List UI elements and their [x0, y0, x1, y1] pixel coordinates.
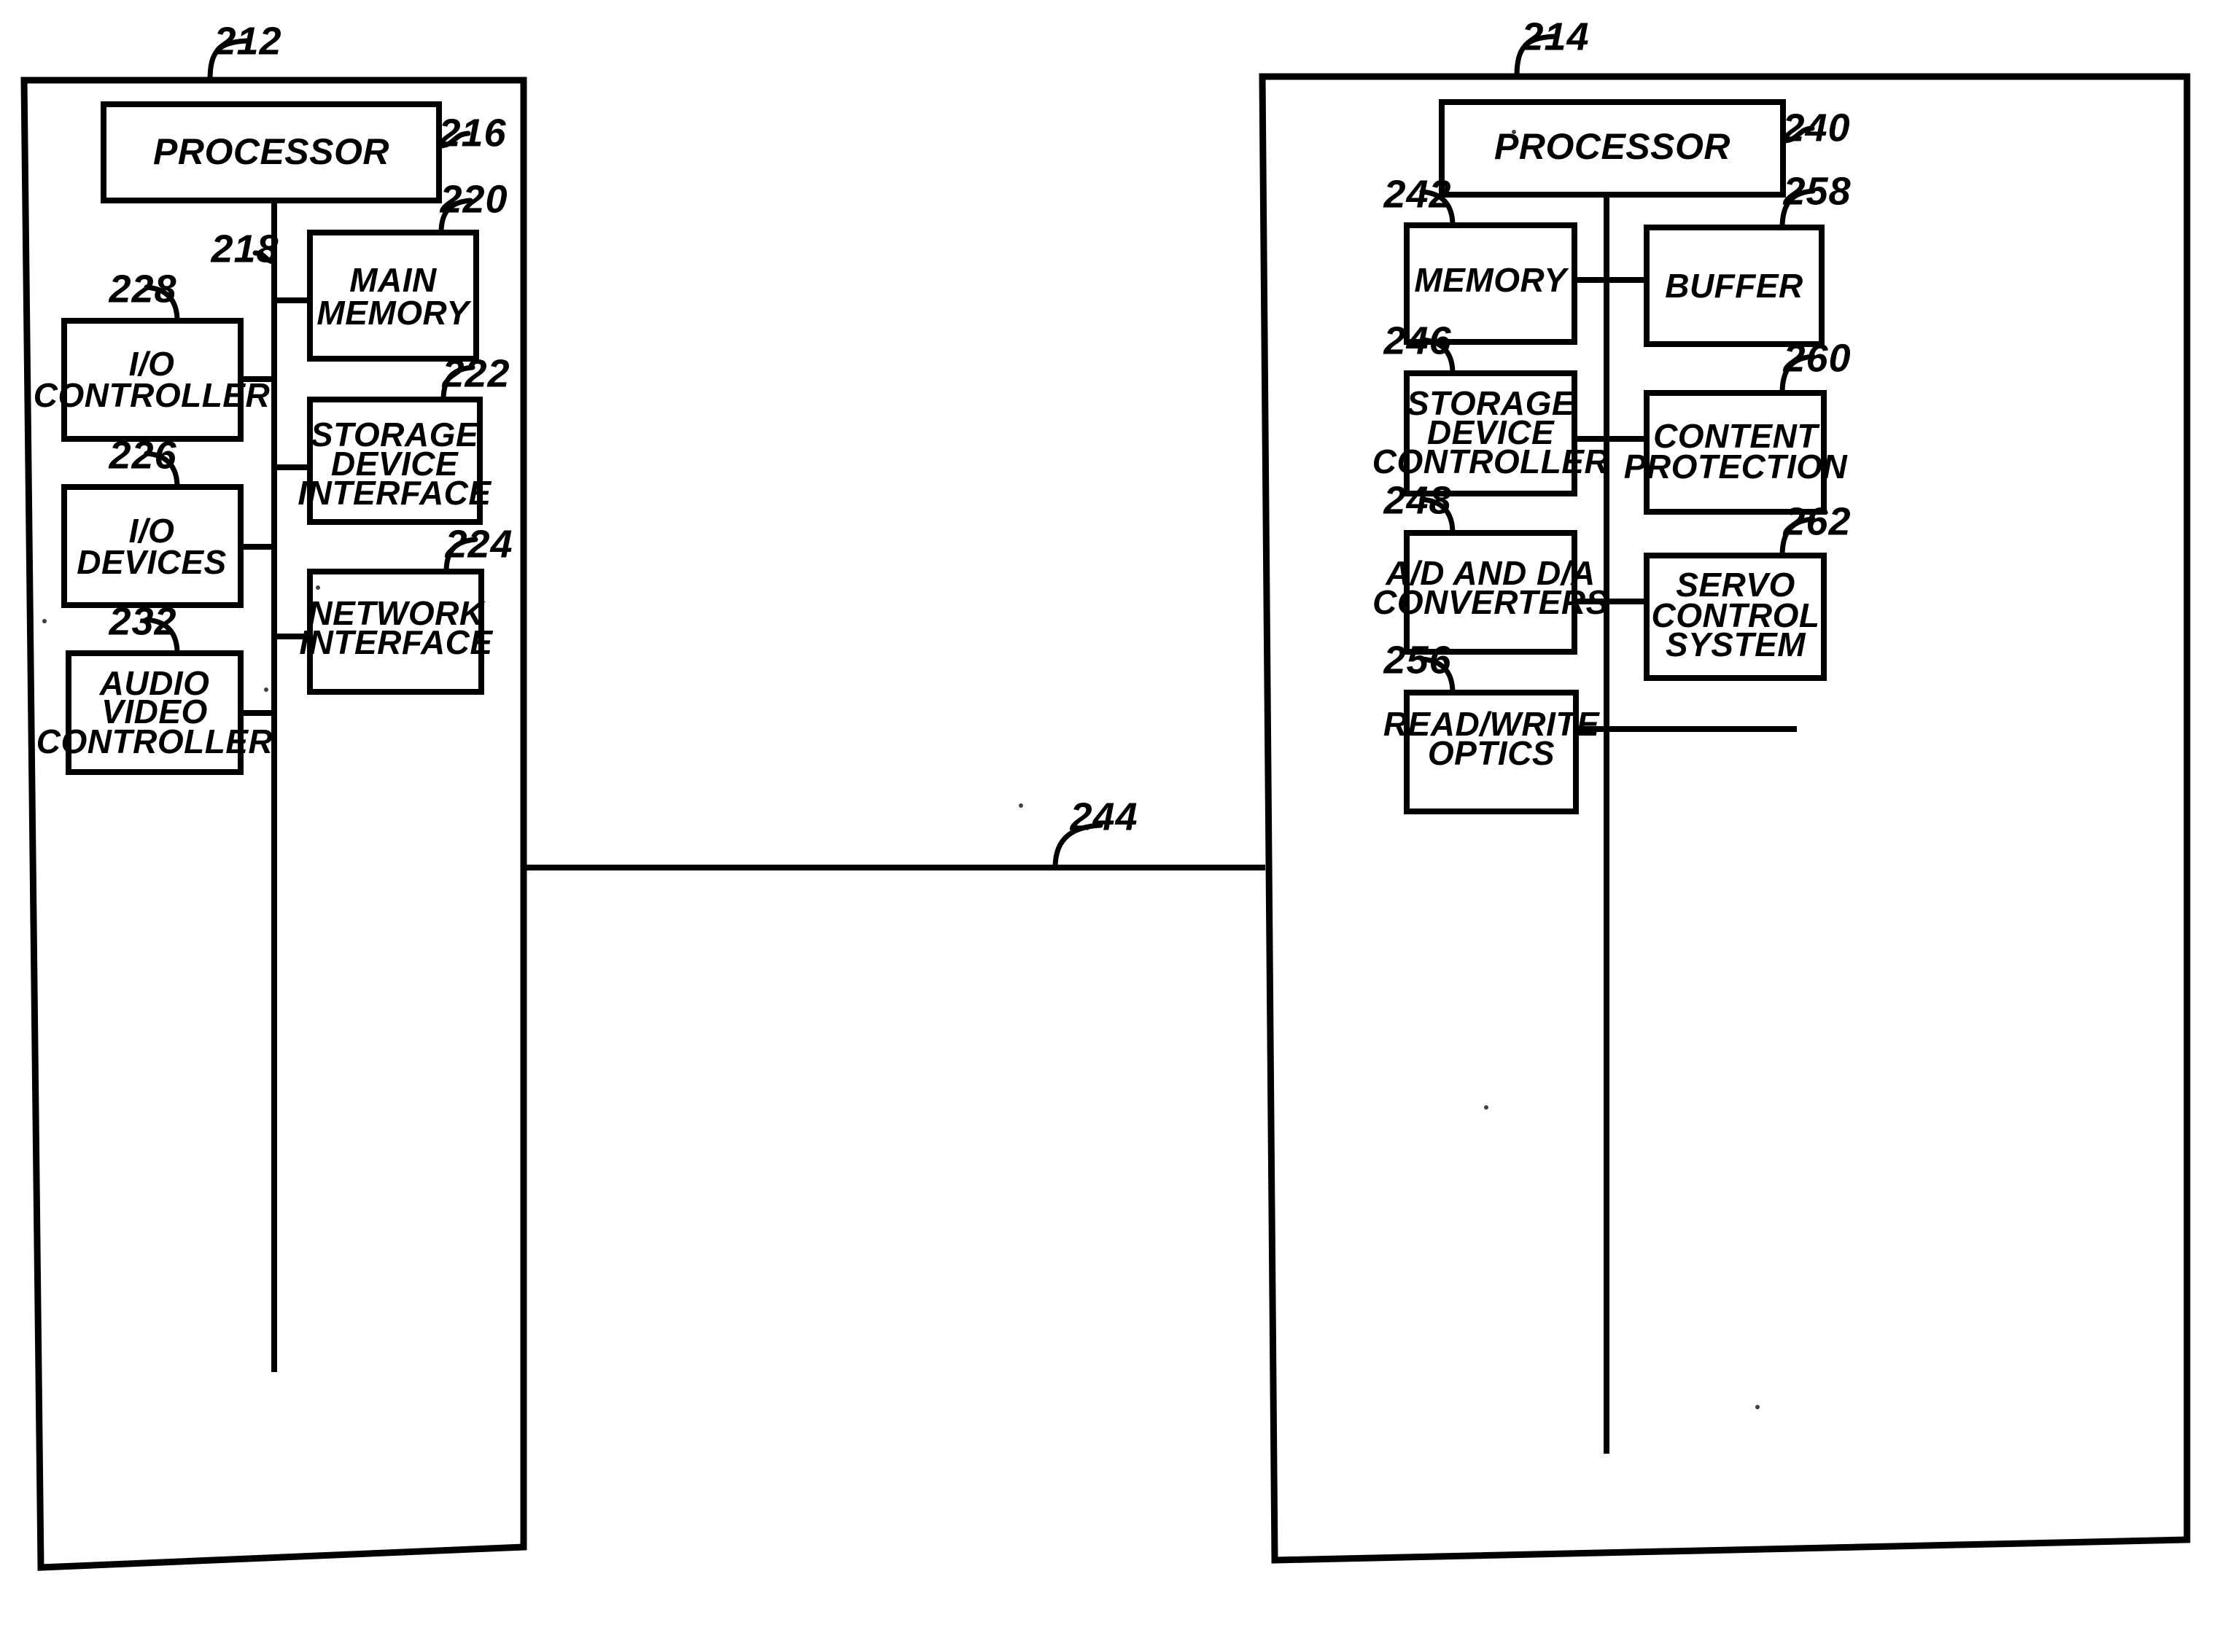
- scan-speck: [264, 687, 268, 692]
- block-io-devices-label-2: DEVICES: [77, 543, 226, 581]
- block-read-write-optics-label-2: OPTICS: [1428, 734, 1555, 772]
- ref-212: 212: [213, 19, 281, 63]
- ref-246: 246: [1383, 319, 1451, 362]
- ref-242: 242: [1383, 172, 1451, 216]
- ref-248: 248: [1383, 478, 1451, 522]
- block-storage-device-controller-label-3: CONTROLLER: [1372, 443, 1609, 480]
- ref-262: 262: [1782, 499, 1851, 543]
- block-audio-video-controller-label-3: CONTROLLER: [36, 722, 273, 760]
- scan-speck: [1019, 803, 1023, 808]
- block-memory-label: MEMORY: [1414, 261, 1569, 299]
- block-main-memory-label-2: MEMORY: [316, 294, 472, 332]
- block-io-controller-label-2: CONTROLLER: [34, 376, 270, 414]
- ref-260: 260: [1782, 336, 1851, 380]
- block-processor-label: PROCESSOR: [153, 131, 389, 172]
- ref-244: 244: [1069, 795, 1138, 838]
- block-buffer-label: BUFFER: [1665, 267, 1803, 305]
- ref-232: 232: [108, 599, 176, 643]
- ref-220: 220: [439, 177, 508, 221]
- ref-228: 228: [108, 267, 176, 311]
- scan-speck: [1755, 1405, 1760, 1409]
- ref-256: 256: [1383, 638, 1451, 682]
- ref-240: 240: [1782, 106, 1850, 149]
- block-processor-2-label: PROCESSOR: [1494, 126, 1730, 167]
- bus-218: [238, 195, 313, 1372]
- patent-figure: 212 218 PROCESSOR 216 MAIN MEMORY 220 ST…: [20, 15, 2191, 1571]
- block-network-interface-label-2: INTERFACE: [299, 623, 493, 661]
- block-servo-control-system-label-3: SYSTEM: [1666, 626, 1806, 663]
- block-ad-da-converters-label-2: CONVERTERS: [1372, 583, 1609, 621]
- ref-216: 216: [438, 111, 506, 155]
- block-storage-device-interface-label-3: INTERFACE: [298, 474, 492, 512]
- ref-214: 214: [1520, 15, 1589, 58]
- scan-speck: [316, 585, 320, 590]
- scan-speck: [1512, 130, 1516, 134]
- ref-226: 226: [108, 433, 176, 477]
- block-content-protection-label-2: PROTECTION: [1624, 448, 1848, 486]
- scan-speck: [42, 619, 47, 623]
- ref-224: 224: [444, 522, 513, 566]
- ref-218: 218: [210, 227, 279, 270]
- scan-speck: [1484, 1105, 1488, 1110]
- ref-222: 222: [441, 351, 510, 395]
- ref-258: 258: [1782, 169, 1851, 213]
